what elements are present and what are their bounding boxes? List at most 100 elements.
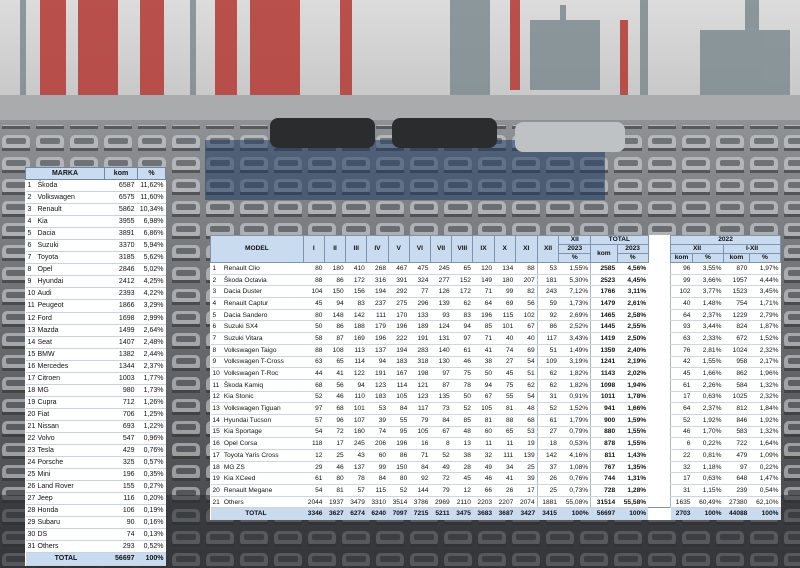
m-xi: 54: [515, 356, 538, 369]
m-iii: 78: [345, 472, 367, 486]
table-row: 6 Suzuki 3370 5,94%: [25, 239, 166, 253]
row-number: 27: [25, 492, 36, 506]
prev-ixii-header: I-XII: [722, 244, 782, 254]
prev-xii-share: 1,15%: [692, 484, 724, 497]
m-xi: 19: [515, 437, 538, 450]
m-iii: 172: [345, 274, 367, 287]
brand-name: Hyundai: [35, 275, 105, 289]
m-ix: 11: [472, 437, 495, 450]
m-iii: 43: [345, 449, 367, 462]
table-gap: [648, 356, 671, 368]
m-x: 111: [494, 449, 516, 462]
table-row: 8 Opel 2846 5,02%: [25, 263, 166, 277]
xii-share: 55,08%: [558, 496, 591, 509]
brand-name: Tesla: [35, 444, 105, 458]
xii-share: 2,69%: [558, 309, 591, 322]
pct-col-header: %: [137, 167, 166, 180]
table-row: 9 Volkswagen T-Cross 63 65 114 94 183 318 130 46 3…: [210, 356, 781, 369]
m-viii: 172: [451, 285, 473, 299]
brand-share: 2,99%: [137, 312, 166, 325]
total-share: 1,78%: [617, 391, 649, 404]
prev-year-share: 1,64%: [749, 437, 781, 450]
prev-xii-units: 63: [670, 332, 693, 345]
m-viii: 62: [451, 297, 473, 310]
model-name: Volkswagen T-Roc: [221, 367, 304, 380]
m-viii: 12: [451, 484, 473, 497]
total-value: 3683: [472, 507, 495, 521]
brand-units: 547: [104, 432, 138, 446]
brand-name: Jeep: [35, 492, 105, 506]
prev-xii-share: 1,18%: [692, 461, 724, 474]
brand-units: 1698: [104, 312, 138, 325]
prev-xii-units: 45: [670, 367, 693, 380]
prev-year-units: 1957: [723, 274, 750, 287]
m-vi: 16: [409, 437, 431, 450]
brand-share: 0,76%: [137, 444, 166, 458]
prev-year-share: 1,87%: [749, 320, 781, 334]
m-x: 27: [494, 356, 516, 369]
total-share: 4,56%: [617, 262, 649, 275]
m-v: 167: [388, 367, 410, 380]
m-viii: 61: [451, 344, 473, 357]
model-name: Škoda Octavia: [221, 274, 304, 287]
prev-xii-units: 40: [670, 297, 693, 310]
model-name: Kia Sportage: [221, 426, 304, 439]
table-row: 4 Kia 3955 6,98%: [25, 215, 166, 229]
row-number: 28: [25, 504, 36, 518]
xii-share: 3,19%: [558, 356, 591, 369]
table-gap: [648, 507, 671, 520]
prev-year-share: 1,96%: [749, 367, 781, 380]
m-ix: 85: [472, 320, 495, 334]
row-number: 26: [25, 480, 36, 494]
row-number: 24: [25, 456, 36, 470]
total-units: 1445: [590, 320, 618, 334]
prev-xii-share: 1,92%: [692, 414, 724, 427]
row-number: 17: [210, 449, 222, 462]
table-row: 12 Ford 1698 2,99%: [25, 312, 166, 325]
prev-year-units: 1025: [723, 391, 750, 404]
row-number: 11: [25, 299, 36, 313]
total-units: 2585: [590, 262, 618, 275]
prev-xii-share: 2,26%: [692, 379, 724, 392]
m-ii: 86: [324, 274, 346, 287]
brand-name: Peugeot: [35, 299, 105, 313]
m-i: 61: [303, 472, 325, 486]
m-iv: 237: [366, 297, 389, 310]
m-x: 11: [494, 437, 516, 450]
row-number: 25: [25, 468, 36, 482]
m-vii: 135: [430, 391, 452, 404]
total-value: 3475: [451, 507, 473, 521]
m-vii: 139: [430, 297, 452, 310]
prev-xii-units: 64: [670, 402, 693, 415]
m-ix: 46: [472, 472, 495, 486]
m-iii: 3479: [345, 496, 367, 509]
model-name: Toyota Yaris Cross: [221, 449, 304, 462]
brand-name: DS: [35, 528, 105, 542]
m-iii: 113: [345, 344, 367, 357]
kom-col-header: kom: [104, 167, 138, 180]
brand-name: Opel: [35, 263, 105, 277]
table-gap: [648, 379, 671, 392]
prev-xii-share: 3,55%: [692, 262, 724, 275]
brand-units: 706: [104, 408, 138, 421]
row-number: 19: [210, 472, 222, 486]
total-share: 100%: [137, 552, 166, 566]
brand-units: 1407: [104, 336, 138, 349]
m-vi: 318: [409, 356, 431, 369]
prev-year-share: 0,54%: [749, 484, 781, 497]
prev-year-share: 2,32%: [749, 344, 781, 357]
total-share: 2,19%: [617, 356, 649, 369]
total-units: 1766: [590, 285, 618, 299]
table-gap: [648, 496, 671, 508]
m-vii: 245: [430, 262, 452, 275]
m-iii: 137: [345, 461, 367, 474]
brand-name: Mazda: [35, 324, 105, 337]
brand-name: Renault: [35, 203, 105, 217]
m-v: 467: [388, 262, 410, 275]
xii-year-header: 2023: [558, 244, 592, 254]
brand-units: 3370: [104, 239, 138, 253]
month-header: IX: [472, 235, 495, 263]
m-x: 41: [494, 472, 516, 486]
brand-share: 0,20%: [137, 492, 166, 506]
m-ix: 2203: [472, 496, 495, 509]
